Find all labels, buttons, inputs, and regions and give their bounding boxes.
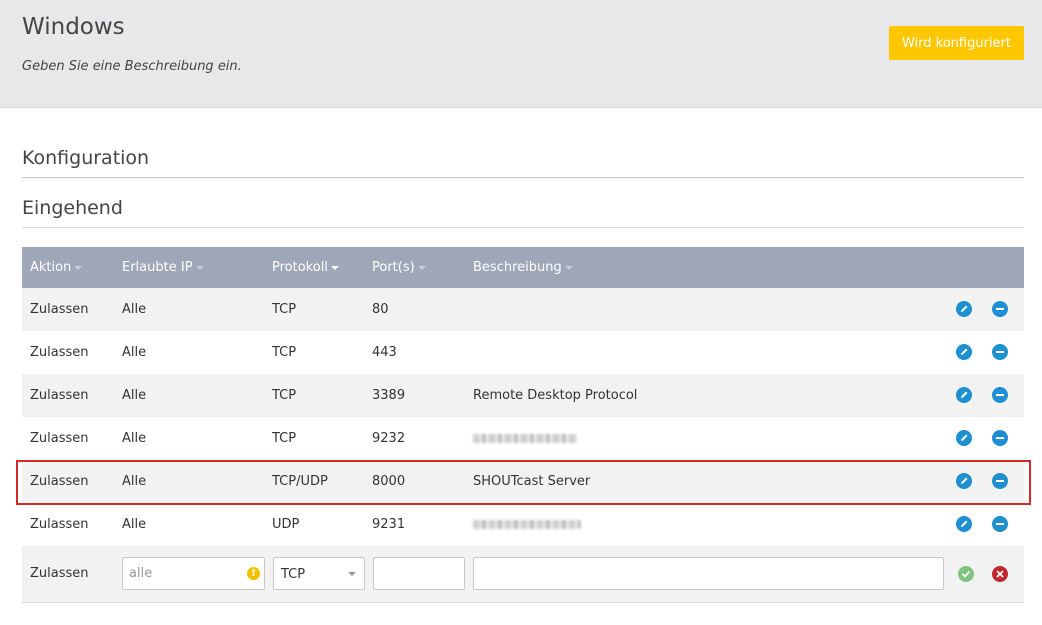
sort-caret-icon — [195, 265, 204, 270]
minus-circle-icon[interactable] — [992, 473, 1008, 489]
minus-circle-icon[interactable] — [992, 430, 1008, 446]
chevron-down-icon — [348, 572, 356, 576]
cell-description-redacted — [473, 517, 581, 533]
column-header-protocol[interactable]: Protokoll — [272, 260, 339, 275]
pencil-icon[interactable] — [956, 344, 972, 360]
table-row: Zulassen Alle TCP 80 — [22, 288, 1024, 331]
sort-caret-icon — [417, 265, 426, 270]
cell-action: Zulassen — [30, 345, 89, 360]
protocol-select[interactable]: TCP — [273, 557, 365, 590]
cell-protocol: TCP — [272, 345, 297, 360]
cell-port: 8000 — [372, 474, 406, 489]
section-heading-incoming: Eingehend — [22, 197, 1024, 228]
cell-action: Zulassen — [30, 517, 89, 532]
pencil-icon[interactable] — [956, 430, 972, 446]
pencil-icon[interactable] — [956, 473, 972, 489]
cell-protocol: TCP — [272, 388, 297, 403]
table-row: Zulassen Alle TCP 9232 — [22, 417, 1024, 460]
page-title: Windows — [22, 14, 125, 40]
cell-action: Zulassen — [30, 474, 89, 489]
cell-description: SHOUTcast Server — [473, 474, 591, 489]
cell-port: 9232 — [372, 431, 406, 446]
cell-action: Zulassen — [30, 388, 89, 403]
cell-protocol: TCP/UDP — [272, 474, 328, 489]
table-header: Aktion Erlaubte IP Protokoll Port(s) Bes… — [22, 247, 1024, 288]
table-row-highlighted: Zulassen Alle TCP/UDP 8000 SHOUTcast Ser… — [22, 460, 1024, 503]
minus-circle-icon[interactable] — [992, 387, 1008, 403]
pencil-icon[interactable] — [956, 301, 972, 317]
cell-allowed-ip: Alle — [122, 302, 147, 317]
minus-circle-icon[interactable] — [992, 301, 1008, 317]
cell-allowed-ip: Alle — [122, 517, 147, 532]
cell-port: 3389 — [372, 388, 406, 403]
cell-allowed-ip: Alle — [122, 388, 147, 403]
cell-action: Zulassen — [30, 302, 89, 317]
page-description[interactable]: Geben Sie eine Beschreibung ein. — [22, 59, 242, 74]
redacted-text — [473, 520, 581, 529]
column-header-action[interactable]: Aktion — [30, 260, 83, 275]
sort-caret-icon — [564, 265, 573, 270]
status-button[interactable]: Wird konfiguriert — [889, 26, 1024, 60]
new-rule-action: Zulassen — [30, 566, 89, 581]
cell-allowed-ip: Alle — [122, 345, 147, 360]
port-input[interactable] — [373, 557, 465, 590]
column-header-description[interactable]: Beschreibung — [473, 260, 573, 275]
cell-allowed-ip: Alle — [122, 474, 147, 489]
sort-caret-icon — [74, 265, 83, 270]
column-header-ports[interactable]: Port(s) — [372, 260, 426, 275]
cell-action: Zulassen — [30, 431, 89, 446]
allowed-ip-input[interactable] — [122, 557, 265, 590]
firewall-rules-table: Aktion Erlaubte IP Protokoll Port(s) Bes… — [22, 247, 1024, 603]
pencil-icon[interactable] — [956, 516, 972, 532]
minus-circle-icon[interactable] — [992, 516, 1008, 532]
minus-circle-icon[interactable] — [992, 344, 1008, 360]
redacted-text — [473, 434, 577, 443]
cell-port: 9231 — [372, 517, 406, 532]
table-row: Zulassen Alle TCP 3389 Remote Desktop Pr… — [22, 374, 1024, 417]
table-row: Zulassen Alle TCP 443 — [22, 331, 1024, 374]
table-row: Zulassen Alle UDP 9231 — [22, 503, 1024, 546]
check-icon[interactable] — [958, 566, 974, 582]
page-header: Windows Geben Sie eine Beschreibung ein.… — [0, 0, 1042, 108]
pencil-icon[interactable] — [956, 387, 972, 403]
description-input[interactable] — [473, 557, 944, 590]
cell-description-redacted — [473, 431, 577, 447]
cell-allowed-ip: Alle — [122, 431, 147, 446]
cell-port: 443 — [372, 345, 397, 360]
cell-protocol: TCP — [272, 302, 297, 317]
cell-protocol: UDP — [272, 517, 300, 532]
column-header-allowed-ip[interactable]: Erlaubte IP — [122, 260, 204, 275]
warning-icon: ! — [247, 567, 260, 580]
cell-port: 80 — [372, 302, 389, 317]
section-heading-configuration: Konfiguration — [22, 147, 1024, 178]
cell-description: Remote Desktop Protocol — [473, 388, 638, 403]
new-rule-row: Zulassen ! TCP — [22, 546, 1024, 603]
sort-caret-icon — [330, 265, 339, 270]
cell-protocol: TCP — [272, 431, 297, 446]
close-icon[interactable] — [992, 566, 1008, 582]
